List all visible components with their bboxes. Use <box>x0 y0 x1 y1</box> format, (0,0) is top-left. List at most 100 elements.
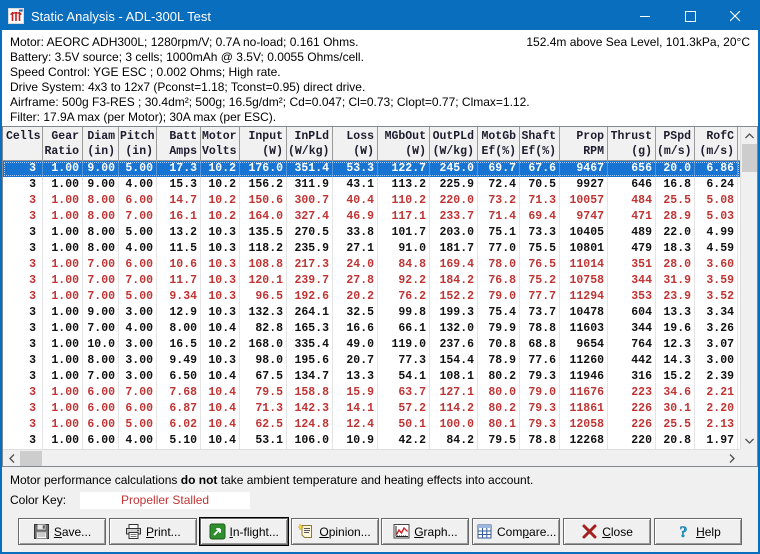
table-cell: 10.4 <box>201 369 240 385</box>
table-cell: 223 <box>608 385 656 401</box>
scroll-left-button[interactable] <box>3 450 20 467</box>
table-cell: 3 <box>3 161 43 177</box>
table-row[interactable]: 31.007.005.009.3410.396.5192.620.276.215… <box>3 289 740 305</box>
vertical-scrollbar[interactable] <box>740 127 757 449</box>
table-cell: 1.00 <box>43 385 83 401</box>
table-cell: 14.1 <box>333 401 378 417</box>
close-button[interactable]: Close <box>563 518 651 545</box>
horizontal-scrollbar[interactable] <box>3 449 740 466</box>
table-row[interactable]: 31.006.006.006.8710.471.3142.314.157.211… <box>3 401 740 417</box>
table-row[interactable]: 31.009.004.0015.310.2156.2311.943.1113.2… <box>3 177 740 193</box>
table-cell: 9927 <box>560 177 608 193</box>
table-row[interactable]: 31.006.004.005.1010.453.1106.010.942.284… <box>3 433 740 449</box>
table-cell: 80.1 <box>478 417 520 433</box>
table-row[interactable]: 31.008.003.009.4910.398.0195.620.777.315… <box>3 353 740 369</box>
inflight-button[interactable]: In-flight... <box>200 518 288 545</box>
table-cell: 226 <box>608 417 656 433</box>
table-row[interactable]: 31.008.006.0014.710.2150.6300.740.4110.2… <box>3 193 740 209</box>
table-cell: 646 <box>608 177 656 193</box>
table-row[interactable]: 31.007.003.006.5010.467.5134.713.354.110… <box>3 369 740 385</box>
table-cell: 1.00 <box>43 241 83 257</box>
table-row[interactable]: 31.008.004.0011.510.3118.2235.927.191.01… <box>3 241 740 257</box>
table-cell: 80.2 <box>478 401 520 417</box>
table-cell: 23.9 <box>656 289 695 305</box>
table-cell: 158.8 <box>287 385 333 401</box>
horizontal-scroll-thumb[interactable] <box>20 451 42 466</box>
table-cell: 54.1 <box>378 369 430 385</box>
table-cell: 10.4 <box>201 417 240 433</box>
table-cell: 195.6 <box>287 353 333 369</box>
scroll-right-button[interactable] <box>723 450 740 467</box>
table-cell: 245.0 <box>430 161 478 177</box>
table-cell: 3 <box>3 353 43 369</box>
table-cell: 2.21 <box>695 385 738 401</box>
table-cell: 66.1 <box>378 321 430 337</box>
table-cell: 10.3 <box>201 289 240 305</box>
table-cell: 79.5 <box>240 385 287 401</box>
table-cell: 9747 <box>560 209 608 225</box>
table-cell: 53.3 <box>333 161 378 177</box>
inflight-icon <box>209 523 226 540</box>
info-line: 152.4m above Sea Level, 101.3kPa, 20°CMo… <box>10 35 750 50</box>
maximize-button[interactable] <box>668 2 713 30</box>
table-cell: 3.00 <box>695 353 738 369</box>
table-row[interactable]: 31.008.005.0013.210.3135.5270.533.8101.7… <box>3 225 740 241</box>
table-cell: 300.7 <box>287 193 333 209</box>
column-header-inpld: InPLd(W/kg) <box>287 127 333 160</box>
table-cell: 18.3 <box>656 241 695 257</box>
table-cell: 12.9 <box>157 305 201 321</box>
save-button[interactable]: Save... <box>18 518 106 545</box>
table-cell: 203.0 <box>430 225 478 241</box>
table-cell: 6.02 <box>157 417 201 433</box>
table-cell: 604 <box>608 305 656 321</box>
table-cell: 73.3 <box>520 225 560 241</box>
table-cell: 11676 <box>560 385 608 401</box>
table-row[interactable]: 31.009.005.0017.310.2176.0351.453.3122.7… <box>3 161 740 177</box>
table-cell: 192.6 <box>287 289 333 305</box>
close-label: Close <box>602 525 633 539</box>
table-row[interactable]: 31.007.004.008.0010.482.8165.316.666.113… <box>3 321 740 337</box>
table-cell: 28.9 <box>656 209 695 225</box>
help-button[interactable]: ?Help <box>654 518 742 545</box>
close-button[interactable] <box>713 2 758 30</box>
compare-button[interactable]: Compare... <box>472 518 560 545</box>
table-row[interactable]: 31.006.007.007.6810.479.5158.815.963.712… <box>3 385 740 401</box>
table-cell: 8.00 <box>83 353 119 369</box>
scroll-down-button[interactable] <box>741 432 758 449</box>
opinion-button[interactable]: Opinion... <box>291 518 379 545</box>
table-cell: 67.5 <box>240 369 287 385</box>
table-cell: 69.4 <box>520 209 560 225</box>
table-cell: 20.2 <box>333 289 378 305</box>
opinion-icon <box>298 523 315 540</box>
table-cell: 84.8 <box>378 257 430 273</box>
table-row[interactable]: 31.0010.03.0016.510.2168.0335.449.0119.0… <box>3 337 740 353</box>
table-cell: 53.1 <box>240 433 287 449</box>
table-cell: 77.6 <box>520 353 560 369</box>
table-cell: 117.1 <box>378 209 430 225</box>
table-cell: 134.7 <box>287 369 333 385</box>
table-cell: 5.03 <box>695 209 738 225</box>
minimize-button[interactable] <box>623 2 668 30</box>
table-cell: 10057 <box>560 193 608 209</box>
graph-button[interactable]: Graph... <box>381 518 469 545</box>
color-key-stalled-swatch: Propeller Stalled <box>80 492 250 509</box>
table-row[interactable]: 31.009.003.0012.910.3132.3264.132.599.81… <box>3 305 740 321</box>
print-button[interactable]: Print... <box>109 518 197 545</box>
scroll-up-button[interactable] <box>741 127 758 144</box>
table-row[interactable]: 31.007.007.0011.710.3120.1239.727.892.21… <box>3 273 740 289</box>
table-cell: 3.00 <box>119 369 157 385</box>
table-cell: 110.2 <box>378 193 430 209</box>
graph-label: Graph... <box>414 525 457 539</box>
vertical-scroll-thumb[interactable] <box>742 144 757 172</box>
table-cell: 120.1 <box>240 273 287 289</box>
table-cell: 108.8 <box>240 257 287 273</box>
table-row[interactable]: 31.008.007.0016.110.2164.0327.446.9117.1… <box>3 209 740 225</box>
table-cell: 10.2 <box>201 209 240 225</box>
table-cell: 17.3 <box>157 161 201 177</box>
table-cell: 4.00 <box>119 241 157 257</box>
table-cell: 70.8 <box>478 337 520 353</box>
table-cell: 344 <box>608 321 656 337</box>
table-cell: 40.4 <box>333 193 378 209</box>
table-row[interactable]: 31.006.005.006.0210.462.5124.812.450.110… <box>3 417 740 433</box>
table-row[interactable]: 31.007.006.0010.610.3108.8217.324.084.81… <box>3 257 740 273</box>
